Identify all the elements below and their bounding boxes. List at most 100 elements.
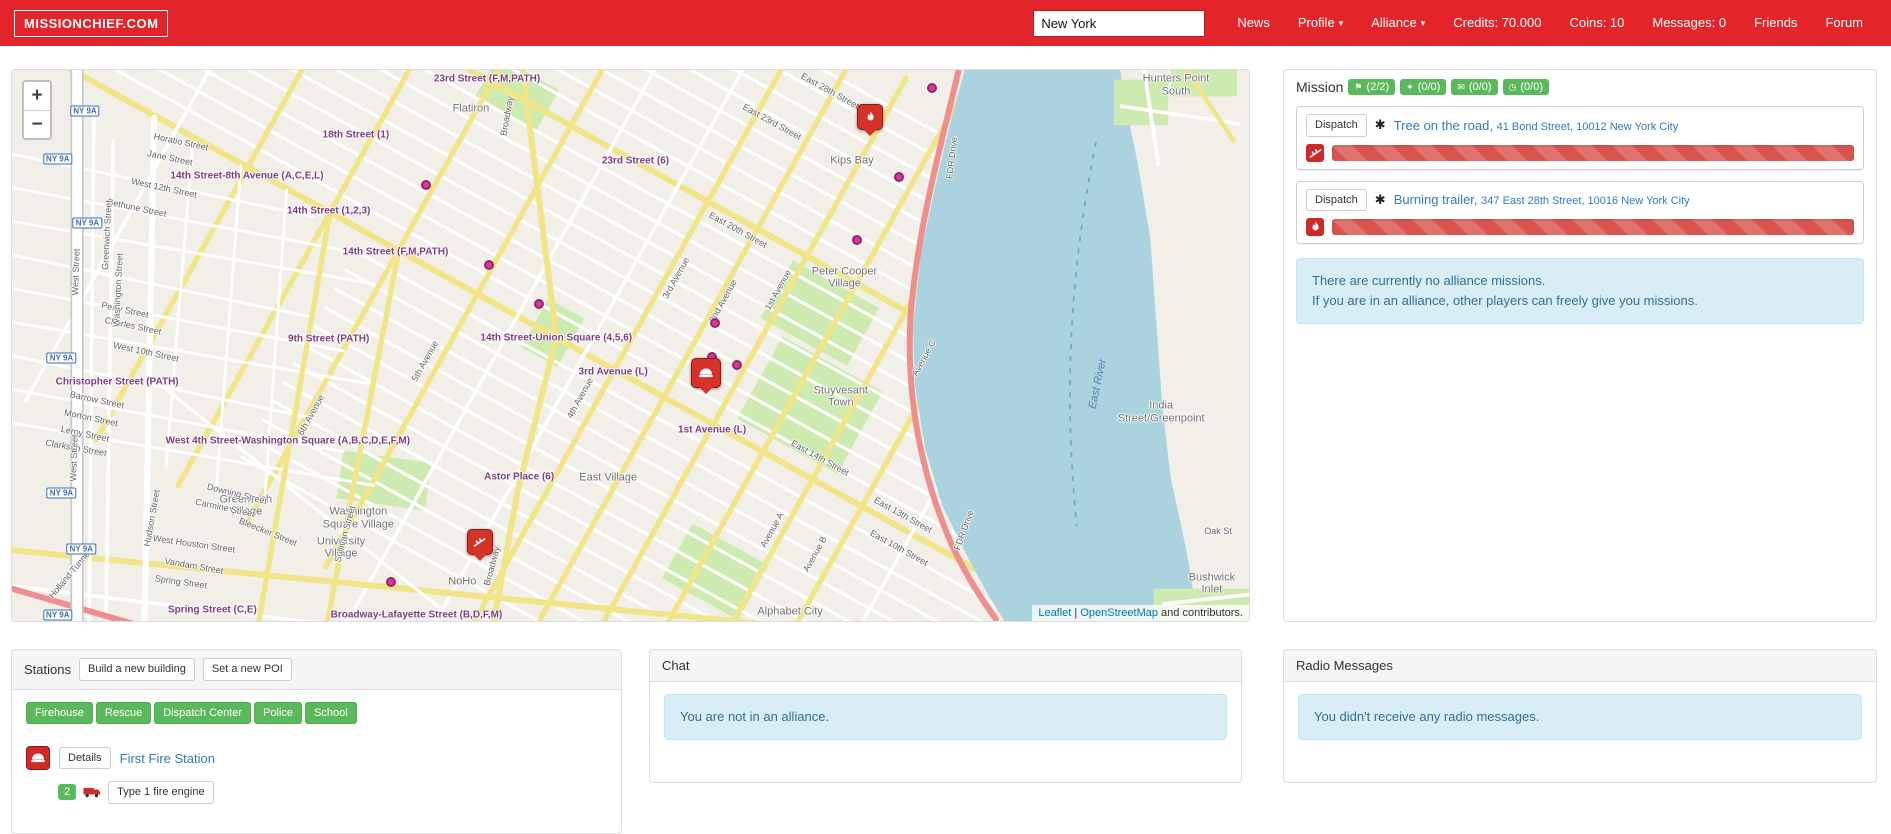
map-label-station: 14th Street (1,2,3) [286, 204, 371, 216]
station-filters: Firehouse Rescue Dispatch Center Police … [26, 701, 607, 724]
poi-marker[interactable] [421, 180, 432, 191]
route-shield: NY 9A [43, 609, 73, 621]
dispatch-button[interactable]: Dispatch [1306, 114, 1367, 137]
route-shield: NY 9A [43, 153, 73, 165]
nav-item-coins[interactable]: Coins: 10 [1555, 0, 1638, 46]
mission-link[interactable]: Burning trailer, 347 East 28th Street, 1… [1394, 192, 1690, 207]
mission-type-flame-icon [1306, 218, 1324, 236]
route-shield: NY 9A [66, 543, 96, 555]
stations-panel: Stations Build a new building Set a new … [11, 649, 622, 834]
map-label-street: West 10th Street [111, 340, 180, 364]
route-shield: NY 9A [72, 217, 103, 229]
openstreetmap-link[interactable]: OpenStreetMap [1080, 607, 1158, 619]
vehicle-list-item: 2 Type 1 fire engine [58, 781, 607, 804]
mission-counter-alliance[interactable]: ✦ (0/0) [1400, 79, 1447, 95]
poi-marker[interactable] [484, 259, 495, 270]
poi-marker[interactable] [533, 299, 544, 310]
nav-item-profile-label: Profile [1297, 14, 1335, 30]
poi-marker[interactable] [709, 318, 720, 329]
map-label-station: Spring Street (C,E) [167, 604, 257, 616]
nav-item-news[interactable]: News [1223, 0, 1284, 46]
mission-counter-own-label: (2/2) [1366, 81, 1390, 93]
map-label-street: East 13th Street [872, 495, 934, 536]
station-details-button[interactable]: Details [59, 746, 111, 770]
mission-card-tree-on-road: Dispatch ✱ Tree on the road, 41 Bond Str… [1296, 106, 1864, 170]
map-label-street: Bleecker Street [237, 515, 299, 549]
nav-item-messages[interactable]: Messages: 0 [1638, 0, 1740, 46]
dispatch-button[interactable]: Dispatch [1306, 188, 1367, 211]
station-marker-first-fire-station[interactable] [690, 357, 721, 388]
nav-item-forum[interactable]: Forum [1811, 0, 1877, 46]
map-label-water: East River [1086, 357, 1109, 410]
set-poi-button[interactable]: Set a new POI [202, 658, 292, 681]
stations-panel-header: Stations Build a new building Set a new … [12, 650, 621, 690]
map-label-place: Peter Cooper Village [811, 265, 878, 290]
mission-marker-burning-trailer[interactable] [857, 104, 884, 131]
map-label-street: FDR Drive [952, 508, 977, 551]
map-label-street: Avenue A [757, 510, 786, 549]
mission-marker-tree-on-road[interactable] [466, 528, 493, 555]
chat-info-box: You are not in an alliance. [664, 694, 1227, 741]
mission-counter-planned-label: (0/0) [1520, 81, 1543, 93]
filter-school[interactable]: School [305, 701, 357, 724]
filter-firehouse[interactable]: Firehouse [26, 701, 93, 724]
filter-rescue[interactable]: Rescue [95, 701, 152, 724]
map-label-street: Broadway [498, 95, 516, 137]
alliance-info-line2: If you are in an alliance, other players… [1312, 293, 1698, 309]
brand-logo[interactable]: MISSIONCHIEF.COM [14, 9, 169, 37]
zoom-out-button[interactable]: − [24, 110, 50, 138]
station-list-item: Details First Fire Station [26, 746, 607, 770]
poi-marker[interactable] [893, 171, 904, 182]
map-label-street: West Street [67, 434, 80, 482]
mission-link[interactable]: Tree on the road, 41 Bond Street, 10012 … [1394, 118, 1679, 133]
map-label-street: 6th Avenue [295, 393, 327, 438]
flag-icon: ⚑ [1354, 81, 1363, 92]
map-label-street: Jane Street [146, 147, 194, 168]
new-mission-icon: ✱ [1374, 191, 1386, 207]
stations-panel-title: Stations [24, 661, 71, 677]
map-label-street: Spring Street [154, 573, 209, 591]
leaflet-link[interactable]: Leaflet [1038, 607, 1071, 619]
mission-card-burning-trailer: Dispatch ✱ Burning trailer, 347 East 28t… [1296, 180, 1864, 244]
build-building-button[interactable]: Build a new building [78, 658, 195, 681]
map-label-place: Bushwick Inlet [1188, 570, 1236, 596]
search-input[interactable] [1033, 9, 1206, 37]
top-navbar: MISSIONCHIEF.COM News Profile▾ Alliance▾… [0, 0, 1891, 46]
map-label-street: 1st Avenue [762, 267, 793, 312]
alliance-info-line1: There are currently no alliance missions… [1312, 273, 1546, 288]
nav-item-alliance[interactable]: Alliance ▾ [1357, 0, 1439, 46]
map-label-station: West 4th Street-Washington Square (A,B,C… [165, 435, 411, 447]
mission-panel: Mission ⚑ (2/2) ✦ (0/0) ✉ (0/0) ◷ (0/0) Disp… [1283, 69, 1877, 622]
map-overlay: 23rd Street (F,M,PATH) 18th Street (1) 23r… [12, 70, 1249, 621]
radio-panel-header: Radio Messages [1284, 650, 1876, 682]
nav-item-credits[interactable]: Credits: 70.000 [1439, 0, 1555, 46]
poi-marker[interactable] [927, 83, 938, 94]
nav-item-friends[interactable]: Friends [1740, 0, 1811, 46]
map-label-street: Avenue C [909, 338, 938, 378]
poi-marker[interactable] [731, 360, 742, 371]
filter-police[interactable]: Police [254, 701, 303, 724]
map[interactable]: 23rd Street (F,M,PATH) 18th Street (1) 23r… [11, 69, 1250, 622]
mission-counter-event[interactable]: ✉ (0/0) [1451, 79, 1498, 95]
clock-icon: ◷ [1508, 81, 1517, 92]
zoom-in-button[interactable]: + [24, 82, 50, 110]
filter-dispatch-center[interactable]: Dispatch Center [154, 701, 252, 724]
map-label-station: 14th Street (F,M,PATH) [342, 246, 449, 258]
nav-item-profile[interactable]: Profile ▾ [1284, 0, 1357, 46]
poi-marker[interactable] [851, 235, 862, 246]
map-label-street: East 14th Street [789, 437, 851, 478]
map-label-place: NoHo [448, 576, 477, 589]
mission-progress-bar [1332, 219, 1854, 235]
map-label-street: Avenue B [800, 534, 829, 574]
poi-marker[interactable] [385, 577, 396, 588]
mission-counter-own[interactable]: ⚑ (2/2) [1348, 79, 1396, 95]
attribution-suffix: and contributors. [1158, 607, 1243, 619]
map-label-place: Hunters Point South [1142, 72, 1210, 98]
station-name-link[interactable]: First Fire Station [120, 751, 215, 766]
map-label-street: 4th Avenue [564, 375, 595, 420]
map-label-place: Flatiron [452, 102, 490, 115]
route-shield: NY 9A [46, 487, 77, 499]
vehicle-name-button[interactable]: Type 1 fire engine [108, 781, 214, 804]
mission-counter-planned[interactable]: ◷ (0/0) [1502, 79, 1549, 95]
map-label-station: 14th Street-8th Avenue (A,C,E,L) [170, 170, 324, 182]
